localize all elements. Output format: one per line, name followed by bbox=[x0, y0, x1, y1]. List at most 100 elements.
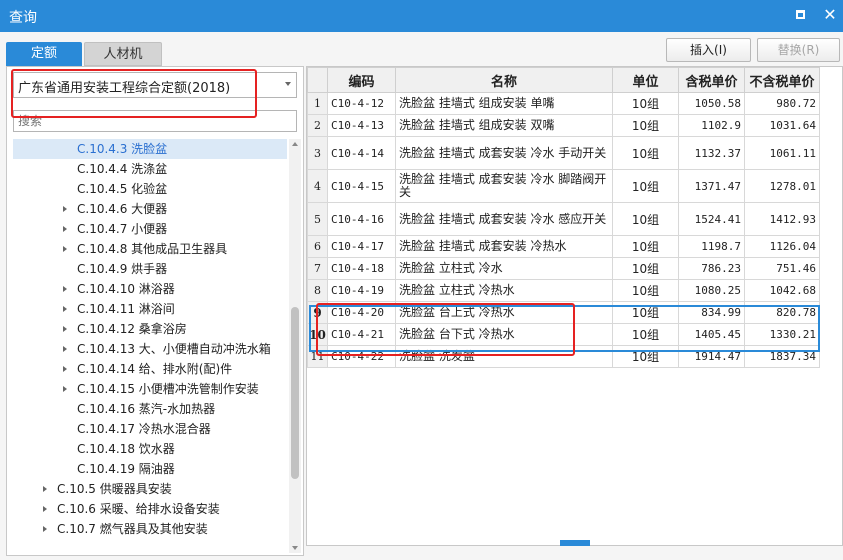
quota-library-value: 广东省通用安装工程综合定额(2018) bbox=[18, 81, 231, 96]
chevron-right-icon[interactable] bbox=[63, 326, 67, 332]
table-row[interactable]: 1 C10-4-12 洗脸盆 挂墙式 组成安装 单嘴 10组 1050.58 980.72 bbox=[307, 92, 820, 115]
price-with-tax-cell: 1405.45 bbox=[678, 323, 745, 346]
close-icon[interactable]: ✕ bbox=[820, 5, 840, 25]
row-index-cell: 5 bbox=[307, 202, 328, 236]
tree-node-label: C.10.4.9 烘手器 bbox=[77, 262, 168, 276]
tree-node[interactable]: C.10.4.16 蒸汽-水加热器 bbox=[13, 399, 287, 419]
chevron-right-icon[interactable] bbox=[63, 386, 67, 392]
tree-node[interactable]: C.10.5 供暖器具安装 bbox=[13, 479, 287, 499]
table-row[interactable]: 4 C10-4-15 洗脸盆 挂墙式 成套安装 冷水 脚踏阀开关 10组 1371.47… bbox=[307, 169, 820, 203]
tree-node[interactable]: C.10.4.13 大、小便槽自动冲洗水箱 bbox=[13, 339, 287, 359]
chevron-right-icon[interactable] bbox=[43, 506, 47, 512]
price-with-tax-cell: 1198.7 bbox=[678, 235, 745, 258]
chevron-right-icon[interactable] bbox=[63, 246, 67, 252]
tree-node-label: C.10.4.8 其他成品卫生器具 bbox=[77, 242, 228, 256]
tree-node-label: C.10.4.4 洗涤盆 bbox=[77, 162, 168, 176]
chevron-right-icon[interactable] bbox=[43, 486, 47, 492]
price-with-tax-cell: 1524.41 bbox=[678, 202, 745, 236]
row-index-cell: 4 bbox=[307, 169, 328, 203]
tree-node[interactable]: C.10.4.10 淋浴器 bbox=[13, 279, 287, 299]
col-header-unit: 单位 bbox=[612, 67, 679, 93]
row-index-cell: 1 bbox=[307, 92, 328, 115]
col-header-index bbox=[307, 67, 328, 93]
tree-node[interactable]: C.10.6 采暖、给排水设备安装 bbox=[13, 499, 287, 519]
chevron-right-icon[interactable] bbox=[63, 286, 67, 292]
row-index-cell: 2 bbox=[307, 114, 328, 137]
quota-code-cell: C10-4-19 bbox=[327, 279, 396, 302]
tree-node[interactable]: C.10.4.4 洗涤盆 bbox=[13, 159, 287, 179]
panel-collapse-handle[interactable] bbox=[560, 540, 590, 546]
chevron-right-icon[interactable] bbox=[43, 526, 47, 532]
quota-code-cell: C10-4-14 bbox=[327, 136, 396, 170]
tree-node[interactable]: C.10.4.6 大便器 bbox=[13, 199, 287, 219]
price-with-tax-cell: 1132.37 bbox=[678, 136, 745, 170]
tree-node[interactable]: C.10.4.8 其他成品卫生器具 bbox=[13, 239, 287, 259]
price-with-tax-cell: 1080.25 bbox=[678, 279, 745, 302]
quota-library-select[interactable]: 广东省通用安装工程综合定额(2018) bbox=[13, 72, 297, 98]
quota-unit-cell: 10组 bbox=[612, 345, 679, 368]
chevron-right-icon[interactable] bbox=[63, 366, 67, 372]
quota-code-cell: C10-4-17 bbox=[327, 235, 396, 258]
row-index-cell: 11 bbox=[307, 345, 328, 368]
scroll-thumb[interactable] bbox=[291, 307, 299, 479]
tree-node-label: C.10.4.16 蒸汽-水加热器 bbox=[77, 402, 216, 416]
search-input[interactable] bbox=[13, 110, 297, 132]
quota-code-cell: C10-4-18 bbox=[327, 257, 396, 280]
quota-name-cell: 洗脸盆 立柱式 冷水 bbox=[395, 257, 613, 280]
table-row[interactable]: 7 C10-4-18 洗脸盆 立柱式 冷水 10组 786.23 751.46 bbox=[307, 257, 820, 280]
col-header-name: 名称 bbox=[395, 67, 613, 93]
tree-node[interactable]: C.10.4.15 小便槽冲洗管制作安装 bbox=[13, 379, 287, 399]
chevron-down-icon[interactable] bbox=[285, 82, 291, 86]
tree-node[interactable]: C.10.7 燃气器具及其他安装 bbox=[13, 519, 287, 539]
tree-node[interactable]: C.10.4.11 淋浴间 bbox=[13, 299, 287, 319]
tree-node[interactable]: C.10.4.5 化验盆 bbox=[13, 179, 287, 199]
maximize-icon[interactable] bbox=[796, 10, 805, 19]
left-panel: 广东省通用安装工程综合定额(2018) C.10.4.3 洗脸盆 C.10.4.4… bbox=[6, 66, 304, 556]
price-without-tax-cell: 751.46 bbox=[744, 257, 820, 280]
row-index-cell: 10 bbox=[307, 323, 328, 346]
tab-labor-material-machine[interactable]: 人材机 bbox=[84, 42, 162, 66]
table-row[interactable]: 11 C10-4-22 洗脸盆 洗发盆 10组 1914.47 1837.34 bbox=[307, 345, 820, 368]
quota-code-cell: C10-4-13 bbox=[327, 114, 396, 137]
tree-node-label: C.10.6 采暖、给排水设备安装 bbox=[57, 502, 220, 516]
quota-unit-cell: 10组 bbox=[612, 235, 679, 258]
tree-node[interactable]: C.10.4.7 小便器 bbox=[13, 219, 287, 239]
quota-unit-cell: 10组 bbox=[612, 92, 679, 115]
table-row[interactable]: 3 C10-4-14 洗脸盆 挂墙式 成套安装 冷水 手动开关 10组 1132.37 1… bbox=[307, 136, 820, 170]
scroll-up-icon[interactable] bbox=[292, 142, 298, 146]
chevron-right-icon[interactable] bbox=[63, 306, 67, 312]
title-bar: 查询 ✕ bbox=[0, 0, 843, 32]
tree-node[interactable]: C.10.4.19 隔油器 bbox=[13, 459, 287, 479]
table-row[interactable]: 9 C10-4-20 洗脸盆 台上式 冷热水 10组 834.99 820.78 bbox=[307, 301, 820, 324]
table-row[interactable]: 5 C10-4-16 洗脸盆 挂墙式 成套安装 冷水 感应开关 10组 1524.41 1… bbox=[307, 202, 820, 236]
tree-node[interactable]: C.10.4.18 饮水器 bbox=[13, 439, 287, 459]
tab-quota[interactable]: 定额 bbox=[6, 42, 82, 66]
table-row[interactable]: 8 C10-4-19 洗脸盆 立柱式 冷热水 10组 1080.25 1042.68 bbox=[307, 279, 820, 302]
price-without-tax-cell: 1837.34 bbox=[744, 345, 820, 368]
row-index-cell: 3 bbox=[307, 136, 328, 170]
price-without-tax-cell: 1126.04 bbox=[744, 235, 820, 258]
tree-node[interactable]: C.10.4.12 桑拿浴房 bbox=[13, 319, 287, 339]
quota-unit-cell: 10组 bbox=[612, 279, 679, 302]
table-row[interactable]: 10 C10-4-21 洗脸盆 台下式 冷热水 10组 1405.45 1330.21 bbox=[307, 323, 820, 346]
tree-node[interactable]: C.10.4.9 烘手器 bbox=[13, 259, 287, 279]
insert-button[interactable]: 插入(I) bbox=[666, 38, 751, 62]
chevron-right-icon[interactable] bbox=[63, 206, 67, 212]
table-row[interactable]: 6 C10-4-17 洗脸盆 挂墙式 成套安装 冷热水 10组 1198.7 1126.0… bbox=[307, 235, 820, 258]
table-row[interactable]: 2 C10-4-13 洗脸盆 挂墙式 组成安装 双嘴 10组 1102.9 1031.64 bbox=[307, 114, 820, 137]
tree-node[interactable]: C.10.4.17 冷热水混合器 bbox=[13, 419, 287, 439]
scroll-down-icon[interactable] bbox=[292, 546, 298, 550]
price-with-tax-cell: 1914.47 bbox=[678, 345, 745, 368]
chevron-right-icon[interactable] bbox=[63, 226, 67, 232]
tree-node[interactable]: C.10.4.14 给、排水附(配)件 bbox=[13, 359, 287, 379]
tree-node[interactable]: C.10.4.3 洗脸盆 bbox=[13, 139, 287, 159]
tree-scrollbar[interactable] bbox=[289, 139, 301, 553]
col-header-price-tax: 含税单价 bbox=[678, 67, 745, 93]
tree-node-label: C.10.4.15 小便槽冲洗管制作安装 bbox=[77, 382, 259, 396]
price-without-tax-cell: 1031.64 bbox=[744, 114, 820, 137]
chevron-right-icon[interactable] bbox=[63, 346, 67, 352]
quota-code-cell: C10-4-12 bbox=[327, 92, 396, 115]
quota-name-cell: 洗脸盆 挂墙式 成套安装 冷水 感应开关 bbox=[395, 202, 613, 236]
quota-name-cell: 洗脸盆 洗发盆 bbox=[395, 345, 613, 368]
quota-unit-cell: 10组 bbox=[612, 323, 679, 346]
